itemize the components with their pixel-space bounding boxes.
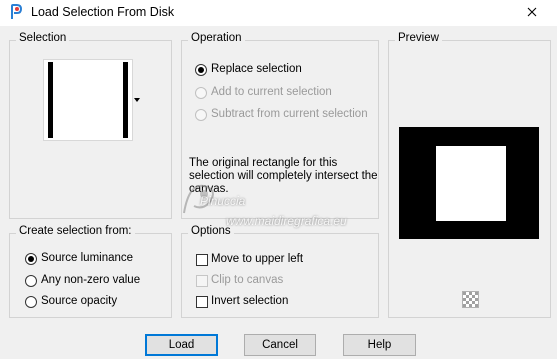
watermark-name: Pinuccia: [200, 194, 246, 208]
replace-selection-radio[interactable]: [195, 64, 207, 76]
watermark-url: www.maidiregrafica.eu: [226, 214, 347, 228]
create-selection-group-title: Create selection from:: [16, 225, 135, 237]
close-icon[interactable]: [520, 3, 544, 23]
source-luminance-label[interactable]: Source luminance: [41, 252, 133, 264]
any-non-zero-radio[interactable]: [25, 275, 37, 287]
add-to-selection-label[interactable]: Add to current selection: [211, 86, 332, 98]
source-opacity-radio[interactable]: [25, 296, 37, 308]
replace-selection-label[interactable]: Replace selection: [211, 63, 302, 75]
title-bar: Load Selection From Disk: [0, 0, 557, 26]
checker-pattern-icon[interactable]: [462, 291, 479, 308]
thumbnail-left-bar: [48, 62, 53, 138]
source-luminance-radio[interactable]: [25, 253, 37, 265]
add-to-selection-radio[interactable]: [195, 87, 207, 99]
help-button[interactable]: Help: [343, 334, 416, 356]
subtract-selection-label[interactable]: Subtract from current selection: [211, 108, 368, 120]
invert-selection-label[interactable]: Invert selection: [211, 295, 288, 307]
chevron-down-icon[interactable]: [134, 98, 140, 102]
window-title: Load Selection From Disk: [31, 5, 175, 19]
clip-to-canvas-checkbox[interactable]: [196, 275, 208, 287]
any-non-zero-label[interactable]: Any non-zero value: [41, 274, 140, 286]
preview-selection: [436, 146, 506, 221]
invert-selection-checkbox[interactable]: [196, 296, 208, 308]
paintshop-pro-icon: [11, 4, 23, 19]
preview-canvas: [399, 127, 539, 239]
load-button[interactable]: Load: [145, 334, 218, 356]
source-opacity-label[interactable]: Source opacity: [41, 295, 117, 307]
selection-group-title: Selection: [16, 32, 70, 44]
move-upper-left-checkbox[interactable]: [196, 254, 208, 266]
operation-group-title: Operation: [188, 32, 245, 44]
cancel-button[interactable]: Cancel: [244, 334, 316, 356]
move-upper-left-label[interactable]: Move to upper left: [211, 253, 303, 265]
clip-to-canvas-label[interactable]: Clip to canvas: [211, 274, 283, 286]
thumbnail-right-bar: [123, 62, 128, 138]
selection-thumbnail[interactable]: [43, 59, 133, 141]
preview-group-title: Preview: [395, 32, 442, 44]
subtract-selection-radio[interactable]: [195, 109, 207, 121]
